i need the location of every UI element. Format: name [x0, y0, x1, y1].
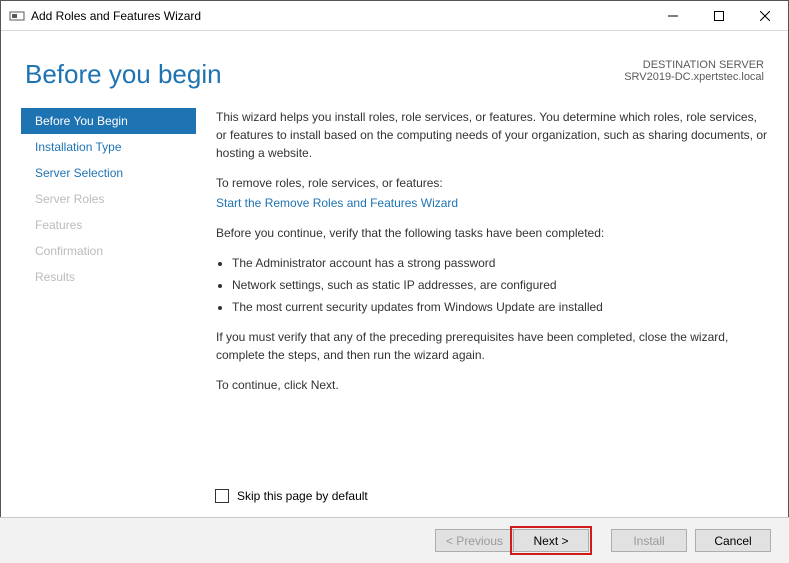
intro-text: This wizard helps you install roles, rol…: [216, 108, 768, 162]
sidebar-item-server-roles: Server Roles: [21, 186, 196, 212]
content: Before You Begin Installation Type Serve…: [1, 108, 788, 406]
destination-label: DESTINATION SERVER: [624, 59, 764, 71]
window-title: Add Roles and Features Wizard: [31, 9, 201, 23]
server-manager-icon: [9, 8, 25, 24]
sidebar: Before You Begin Installation Type Serve…: [21, 108, 196, 406]
sidebar-item-server-selection[interactable]: Server Selection: [21, 160, 196, 186]
skip-label: Skip this page by default: [237, 489, 368, 503]
page-title: Before you begin: [25, 59, 222, 90]
sidebar-item-features: Features: [21, 212, 196, 238]
skip-checkbox[interactable]: [215, 489, 229, 503]
verify-lead-text: Before you continue, verify that the fol…: [216, 224, 768, 242]
continue-note-text: To continue, click Next.: [216, 376, 768, 394]
prereq-item: The most current security updates from W…: [232, 298, 768, 316]
cancel-button[interactable]: Cancel: [695, 529, 771, 552]
sidebar-item-installation-type[interactable]: Installation Type: [21, 134, 196, 160]
remove-wizard-link[interactable]: Start the Remove Roles and Features Wiza…: [216, 196, 458, 210]
skip-row: Skip this page by default: [215, 489, 368, 503]
maximize-button[interactable]: [696, 1, 742, 31]
prereq-list: The Administrator account has a strong p…: [216, 254, 768, 316]
titlebar: Add Roles and Features Wizard: [1, 1, 788, 31]
main-panel: This wizard helps you install roles, rol…: [196, 108, 768, 406]
prereq-item: The Administrator account has a strong p…: [232, 254, 768, 272]
close-button[interactable]: [742, 1, 788, 31]
next-button[interactable]: Next >: [513, 529, 589, 552]
sidebar-item-confirmation: Confirmation: [21, 238, 196, 264]
nav-button-pair: < Previous Next >: [435, 529, 589, 552]
sidebar-item-results: Results: [21, 264, 196, 290]
footer: < Previous Next > Install Cancel: [0, 517, 789, 563]
window-controls: [650, 1, 788, 31]
destination-block: DESTINATION SERVER SRV2019-DC.xpertstec.…: [624, 59, 764, 90]
install-button: Install: [611, 529, 687, 552]
sidebar-item-before-you-begin[interactable]: Before You Begin: [21, 108, 196, 134]
prereq-note-text: If you must verify that any of the prece…: [216, 328, 768, 364]
remove-lead-text: To remove roles, role services, or featu…: [216, 174, 768, 192]
header: Before you begin DESTINATION SERVER SRV2…: [1, 31, 788, 108]
minimize-button[interactable]: [650, 1, 696, 31]
previous-button: < Previous: [435, 529, 513, 552]
destination-value: SRV2019-DC.xpertstec.local: [624, 71, 764, 83]
prereq-item: Network settings, such as static IP addr…: [232, 276, 768, 294]
